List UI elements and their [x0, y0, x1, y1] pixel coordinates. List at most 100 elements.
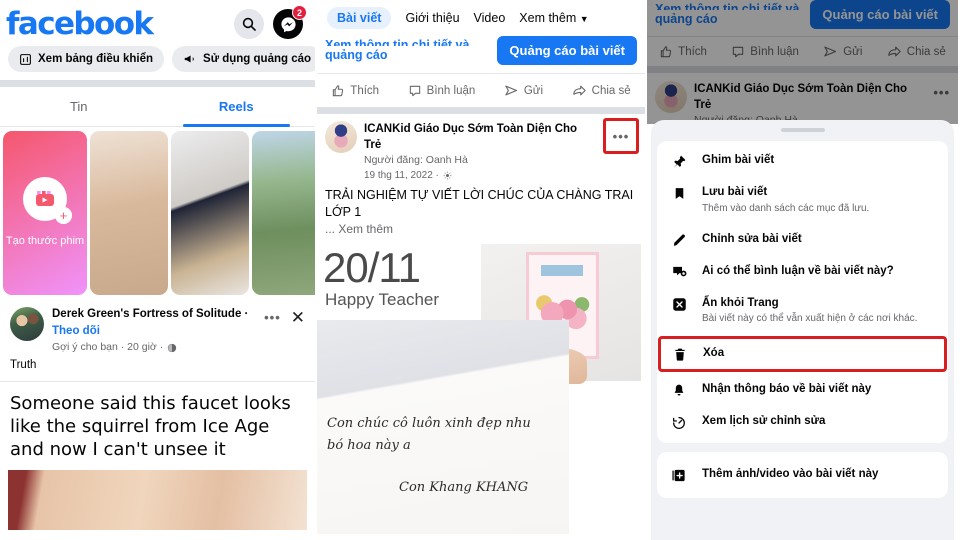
menu-item-add-photo-video[interactable]: Thêm ảnh/video vào bài viết này — [657, 456, 948, 494]
like-action[interactable]: Thích — [331, 84, 379, 98]
send-action[interactable]: Gửi — [504, 83, 543, 98]
suggested-post-controls: ••• ✕ — [264, 307, 305, 326]
menu-item-hide-from-page[interactable]: Ẩn khỏi Trang Bài viết này có thể vẫn xu… — [657, 288, 948, 335]
promo-row: Xem thông tin chi tiết và quảng cáo Quản… — [317, 36, 645, 65]
menu-item-subtitle: Bài viết này có thể vẫn xuất hiện ở các … — [702, 313, 918, 325]
dashboard-icon — [19, 53, 32, 66]
section-divider — [317, 107, 645, 114]
menu-item-edit-post[interactable]: Chỉnh sửa bài viết — [657, 224, 948, 256]
mid-panel-page-post: Bài viết Giới thiệu Video Xem thêm ▼ Xem… — [315, 0, 645, 540]
menu-item-delete-inner: Xóa — [661, 339, 944, 369]
post-action-row: Thích Bình luận Gửi Chia sẻ — [317, 73, 645, 107]
share-action[interactable]: Chia sẻ — [572, 83, 631, 98]
suggested-post-meta-text: Gợi ý cho bạn · 20 giờ · — [52, 340, 164, 353]
messenger-badge: 2 — [292, 5, 307, 20]
handwritten-letter-photo: Con chúc cô luôn xinh đẹp nhu bó hoa này… — [317, 319, 569, 534]
menu-item-edit-history[interactable]: Xem lịch sử chỉnh sửa — [657, 406, 948, 439]
post-date: 19 thg 11, 2022 · — [364, 168, 593, 183]
top-bar-actions: 2 — [234, 5, 307, 39]
menu-item-delete[interactable]: Xóa — [658, 336, 947, 373]
shortcut-pills: Xem bảng điều khiển Sử dụng quảng cáo — [0, 46, 315, 80]
add-photo-icon — [669, 467, 689, 483]
media-subtitle-text: Happy Teacher — [325, 289, 440, 309]
screenshot-root: facebook 2 Xem bảng điều khiển Sử dụng q… — [0, 0, 960, 540]
share-icon — [572, 83, 587, 98]
reel-thumbnail-ladies[interactable] — [171, 131, 249, 295]
sheet-drag-handle[interactable] — [780, 128, 825, 132]
menu-item-title: Ghim bài viết — [702, 154, 775, 166]
close-icon[interactable]: ✕ — [291, 309, 305, 326]
like-label: Thích — [350, 84, 380, 97]
suggested-page-name[interactable]: Derek Green's Fortress of Solitude · — [52, 307, 248, 323]
post-more-options-button[interactable]: ••• — [603, 118, 639, 154]
reel-camera-icon: + — [23, 177, 72, 225]
more-dots-icon[interactable]: ••• — [264, 310, 281, 325]
menu-item-save-post[interactable]: Lưu bài viết Thêm vào danh sách các mục … — [657, 177, 948, 224]
post-options-menu-secondary: Thêm ảnh/video vào bài viết này — [657, 452, 948, 499]
menu-item-title: Chỉnh sửa bài viết — [702, 232, 802, 245]
promo-link-label: quảng cáo — [325, 48, 388, 62]
comment-shield-icon — [669, 264, 689, 280]
post-header: ICANKid Giáo Dục Sớm Toàn Diện Cho Trẻ N… — [317, 114, 645, 183]
comment-action[interactable]: Bình luận — [408, 84, 475, 98]
menu-item-subtitle: Thêm vào danh sách các mục đã lưu. — [702, 202, 870, 214]
promo-link[interactable]: Xem thông tin chi tiết và quảng cáo — [325, 36, 469, 64]
facebook-logo[interactable]: facebook — [6, 6, 154, 42]
pencil-icon — [669, 232, 689, 248]
megaphone-icon — [183, 52, 197, 66]
post-page-name[interactable]: ICANKid Giáo Dục Sớm Toàn Diện Cho Trẻ — [364, 121, 593, 153]
pill-use-ads-label: Sử dụng quảng cáo — [203, 53, 312, 65]
menu-item-who-can-comment[interactable]: Ai có thể bình luận về bài viết này? — [657, 256, 948, 288]
tab-xem-them-label: Xem thêm — [519, 11, 577, 25]
suggested-post-subtitle: Truth — [10, 358, 37, 371]
tab-xem-them[interactable]: Xem thêm ▼ — [519, 11, 588, 25]
tab-gioi-thieu[interactable]: Giới thiệu — [405, 11, 459, 25]
reel-thumbnail-baby[interactable] — [90, 131, 168, 295]
suggested-post-body: Someone said this faucet looks like the … — [10, 392, 291, 461]
see-more-link[interactable]: ... Xem thêm — [317, 220, 645, 240]
tab-reels[interactable]: Reels — [158, 87, 316, 127]
post-media[interactable]: 20/11 Happy Teacher Con chúc cô luôn xin… — [317, 242, 645, 534]
bookmark-icon — [669, 185, 689, 201]
modal-dim-overlay[interactable] — [647, 0, 958, 124]
menu-item-pin-post[interactable]: Ghim bài viết — [657, 145, 948, 177]
post-poster: Người đăng: Oanh Hà — [364, 154, 468, 167]
pill-use-ads[interactable]: Sử dụng quảng cáo — [172, 46, 315, 72]
handwriting-line-2: bó hoa này a — [327, 437, 411, 453]
suggested-post-card: Derek Green's Fortress of Solitude · The… — [0, 299, 315, 381]
tab-bai-viet[interactable]: Bài viết — [327, 7, 392, 29]
trash-icon — [670, 346, 690, 362]
follow-link[interactable]: Theo dõi — [52, 323, 248, 340]
thumbs-up-icon — [331, 84, 345, 98]
right-panel-options-sheet: Xem thông tin chi tiết và quảng cáo Quản… — [645, 0, 958, 540]
media-date-text: 20/11 — [323, 243, 421, 291]
facebook-top-bar: facebook 2 — [0, 0, 315, 46]
menu-item-get-notifications[interactable]: Nhận thông báo về bài viết này — [657, 374, 948, 406]
handwriting-line-3: Con Khang KHANG — [399, 479, 529, 495]
post-caption: TRẢI NGHIỆM TỰ VIẾT LỜI CHÚC CỦA CHÀNG T… — [325, 188, 634, 219]
globe-icon — [167, 343, 177, 353]
post-date-text: 19 thg 11, 2022 · — [364, 170, 439, 182]
bell-icon — [669, 382, 689, 398]
send-icon — [504, 83, 519, 98]
avatar[interactable] — [10, 307, 44, 341]
create-reel-tile[interactable]: + Tạo thước phim — [3, 131, 87, 295]
create-reel-label: Tạo thước phim — [5, 235, 85, 248]
promo-link-top-line: Xem thông tin chi tiết và — [325, 38, 470, 46]
menu-item-title: Nhận thông báo về bài viết này — [702, 383, 872, 396]
gear-icon — [443, 171, 452, 181]
tab-reels-label: Reels — [218, 99, 254, 114]
boost-post-button[interactable]: Quảng cáo bài viết — [497, 36, 637, 65]
messenger-icon[interactable]: 2 — [273, 5, 307, 39]
search-icon[interactable] — [234, 9, 264, 39]
pill-dashboard[interactable]: Xem bảng điều khiển — [8, 46, 165, 72]
reel-thumbnail-beach[interactable] — [252, 131, 315, 295]
tab-video[interactable]: Video — [474, 11, 506, 25]
tab-tin[interactable]: Tin — [0, 87, 158, 126]
suggested-post-meta: Gợi ý cho bạn · 20 giờ · — [52, 340, 248, 356]
feed-tabs: Tin Reels — [0, 87, 315, 127]
suggested-post-image[interactable] — [8, 469, 307, 530]
card-banner — [540, 265, 583, 277]
chevron-down-icon: ▼ — [579, 14, 589, 24]
avatar[interactable] — [325, 121, 357, 153]
